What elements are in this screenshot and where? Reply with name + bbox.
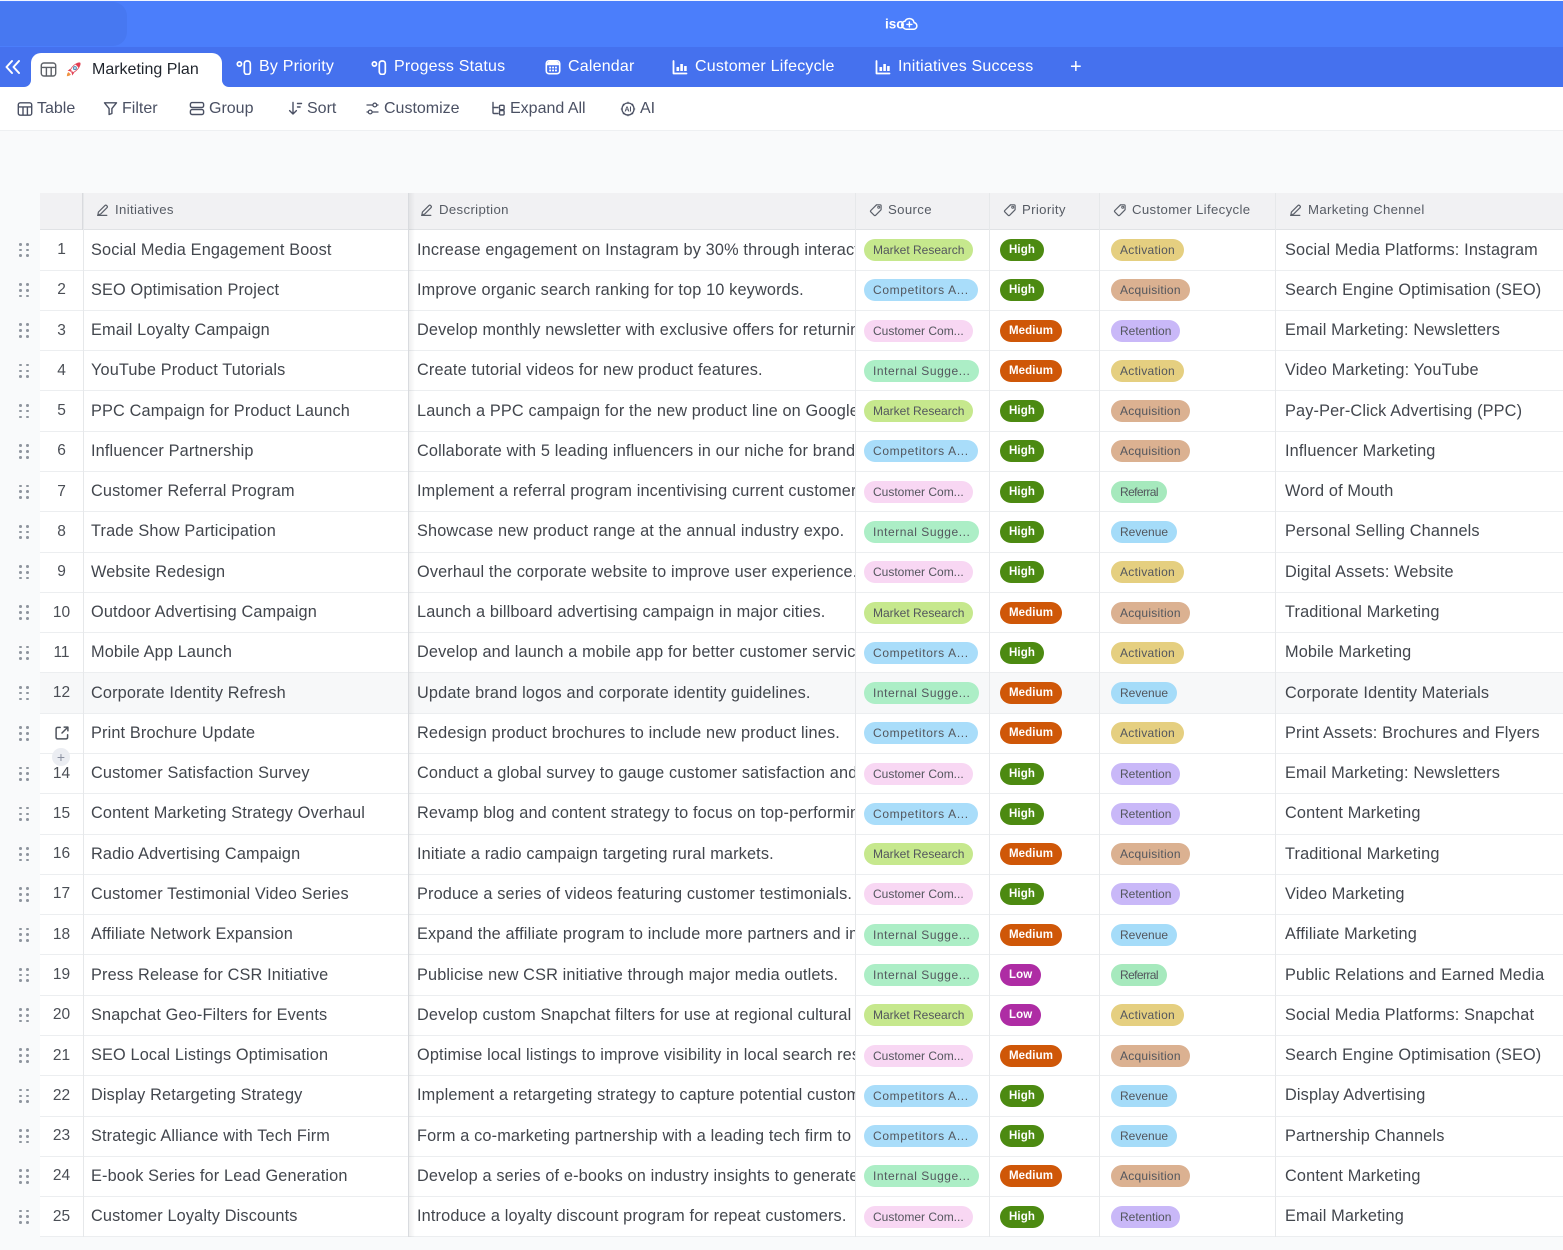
svg-text:AI: AI [625, 106, 632, 113]
